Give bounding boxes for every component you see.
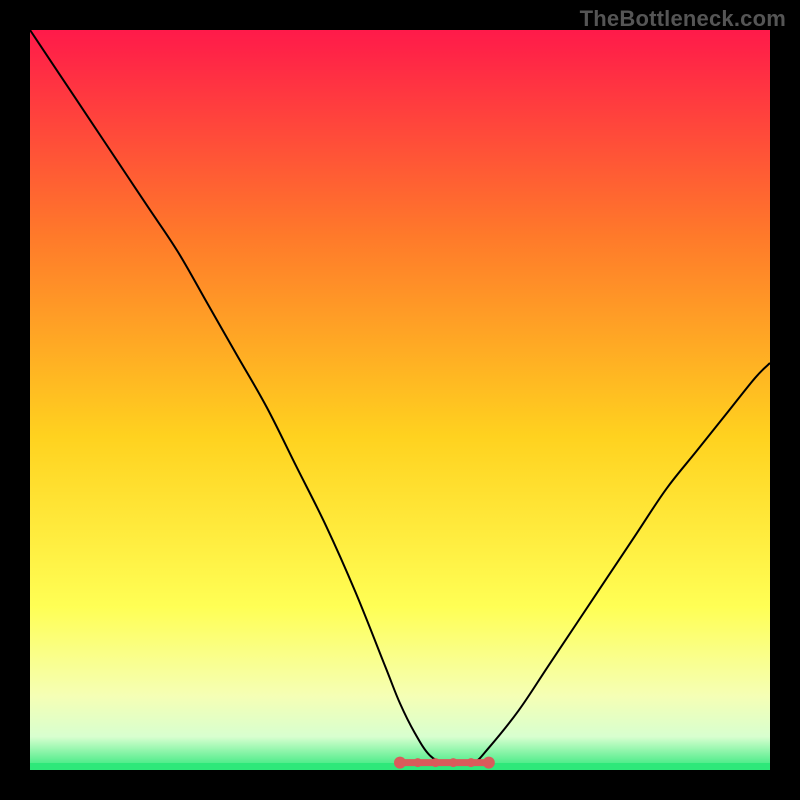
chart-frame: TheBottleneck.com (0, 0, 800, 800)
chart-svg (30, 30, 770, 770)
gradient-rect (30, 30, 770, 770)
watermark-text: TheBottleneck.com (580, 6, 786, 32)
plot-area (30, 30, 770, 770)
